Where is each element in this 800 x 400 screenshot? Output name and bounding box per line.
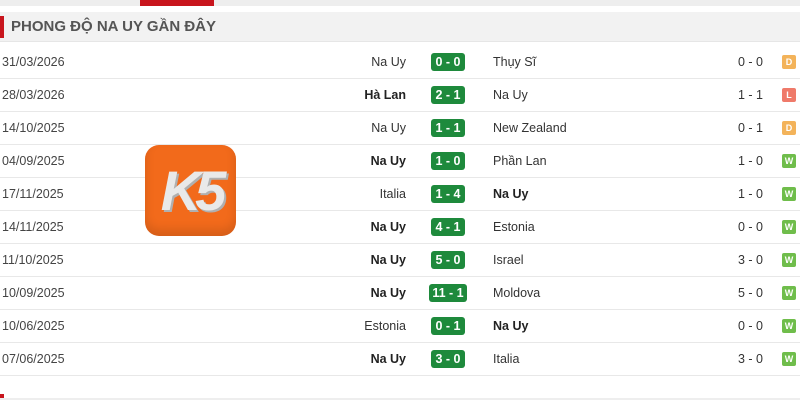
halftime-score: 3 - 0 bbox=[738, 253, 764, 267]
k5-logo: K5 bbox=[145, 145, 236, 236]
score-badge[interactable]: 0 - 0 bbox=[431, 53, 465, 71]
match-row[interactable]: 10/06/2025 Estonia 0 - 1 Na Uy 0 - 0 W bbox=[0, 310, 800, 343]
away-team[interactable]: Israel bbox=[493, 244, 524, 276]
match-date: 10/09/2025 bbox=[2, 286, 65, 300]
match-date: 04/09/2025 bbox=[2, 154, 65, 168]
away-team[interactable]: Phần Lan bbox=[493, 145, 547, 177]
home-team[interactable]: Na Uy bbox=[371, 46, 406, 78]
match-row[interactable]: 07/06/2025 Na Uy 3 - 0 Italia 3 - 0 W bbox=[0, 343, 800, 376]
match-date: 31/03/2026 bbox=[2, 55, 65, 69]
away-team[interactable]: Estonia bbox=[493, 211, 535, 243]
match-row[interactable]: 28/03/2026 Hà Lan 2 - 1 Na Uy 1 - 1 L bbox=[0, 79, 800, 112]
match-row[interactable]: 10/09/2025 Na Uy 11 - 1 Moldova 5 - 0 W bbox=[0, 277, 800, 310]
score-badge[interactable]: 2 - 1 bbox=[431, 86, 465, 104]
match-date: 10/06/2025 bbox=[2, 319, 65, 333]
score-badge[interactable]: 1 - 4 bbox=[431, 185, 465, 203]
score-badge[interactable]: 1 - 0 bbox=[431, 152, 465, 170]
halftime-score: 1 - 0 bbox=[738, 154, 764, 168]
result-badge: D bbox=[782, 55, 796, 69]
halftime-score: 1 - 0 bbox=[738, 187, 764, 201]
match-date: 28/03/2026 bbox=[2, 88, 65, 102]
halftime-score: 5 - 0 bbox=[738, 286, 764, 300]
home-team[interactable]: Na Uy bbox=[371, 343, 406, 375]
match-row[interactable]: 31/03/2026 Na Uy 0 - 0 Thụy Sĩ 0 - 0 D bbox=[0, 46, 800, 79]
k5-logo-text: K5 bbox=[160, 159, 227, 222]
away-team[interactable]: Moldova bbox=[493, 277, 540, 309]
result-badge: W bbox=[782, 286, 796, 300]
match-row[interactable]: 04/09/2025 Na Uy 1 - 0 Phần Lan 1 - 0 W bbox=[0, 145, 800, 178]
top-tab-strip bbox=[0, 0, 800, 6]
match-date: 07/06/2025 bbox=[2, 352, 65, 366]
halftime-score: 0 - 0 bbox=[738, 55, 764, 69]
score-badge[interactable]: 4 - 1 bbox=[431, 218, 465, 236]
home-team[interactable]: Estonia bbox=[364, 310, 406, 342]
halftime-score: 1 - 1 bbox=[738, 88, 764, 102]
result-badge: W bbox=[782, 220, 796, 234]
home-team[interactable]: Na Uy bbox=[371, 145, 406, 177]
match-row[interactable]: 14/11/2025 Na Uy 4 - 1 Estonia 0 - 0 W bbox=[0, 211, 800, 244]
away-team[interactable]: Italia bbox=[493, 343, 519, 375]
score-badge[interactable]: 5 - 0 bbox=[431, 251, 465, 269]
result-badge: W bbox=[782, 154, 796, 168]
section-title: PHONG ĐỘ NA UY GẦN ĐÂY bbox=[11, 18, 217, 35]
score-badge[interactable]: 3 - 0 bbox=[431, 350, 465, 368]
next-section-header bbox=[0, 388, 800, 400]
active-tab-indicator[interactable] bbox=[140, 0, 214, 6]
match-row[interactable]: 11/10/2025 Na Uy 5 - 0 Israel 3 - 0 W bbox=[0, 244, 800, 277]
away-team[interactable]: Thụy Sĩ bbox=[493, 46, 536, 78]
home-team[interactable]: Hà Lan bbox=[364, 79, 406, 111]
score-badge[interactable]: 1 - 1 bbox=[431, 119, 465, 137]
match-row[interactable]: 14/10/2025 Na Uy 1 - 1 New Zealand 0 - 1 D bbox=[0, 112, 800, 145]
result-badge: W bbox=[782, 319, 796, 333]
halftime-score: 0 - 0 bbox=[738, 319, 764, 333]
result-badge: W bbox=[782, 352, 796, 366]
section-accent-bar bbox=[0, 16, 4, 38]
away-team[interactable]: Na Uy bbox=[493, 178, 528, 210]
home-team[interactable]: Italia bbox=[380, 178, 406, 210]
home-team[interactable]: Na Uy bbox=[371, 112, 406, 144]
away-team[interactable]: New Zealand bbox=[493, 112, 567, 144]
match-date: 14/10/2025 bbox=[2, 121, 65, 135]
match-date: 11/10/2025 bbox=[2, 253, 64, 267]
result-badge: W bbox=[782, 253, 796, 267]
match-row[interactable]: 17/11/2025 Italia 1 - 4 Na Uy 1 - 0 W bbox=[0, 178, 800, 211]
home-team[interactable]: Na Uy bbox=[371, 277, 406, 309]
result-badge: W bbox=[782, 187, 796, 201]
home-team[interactable]: Na Uy bbox=[371, 244, 406, 276]
score-badge[interactable]: 0 - 1 bbox=[431, 317, 465, 335]
halftime-score: 0 - 0 bbox=[738, 220, 764, 234]
halftime-score: 0 - 1 bbox=[738, 121, 764, 135]
section-header: PHONG ĐỘ NA UY GẦN ĐÂY bbox=[0, 12, 800, 42]
home-team[interactable]: Na Uy bbox=[371, 211, 406, 243]
result-badge: D bbox=[782, 121, 796, 135]
match-list: 31/03/2026 Na Uy 0 - 0 Thụy Sĩ 0 - 0 D 28/03/2… bbox=[0, 46, 800, 376]
match-date: 14/11/2025 bbox=[2, 220, 64, 234]
halftime-score: 3 - 0 bbox=[738, 352, 764, 366]
result-badge: L bbox=[782, 88, 796, 102]
away-team[interactable]: Na Uy bbox=[493, 310, 528, 342]
match-date: 17/11/2025 bbox=[2, 187, 64, 201]
score-badge[interactable]: 11 - 1 bbox=[429, 284, 467, 302]
away-team[interactable]: Na Uy bbox=[493, 79, 528, 111]
